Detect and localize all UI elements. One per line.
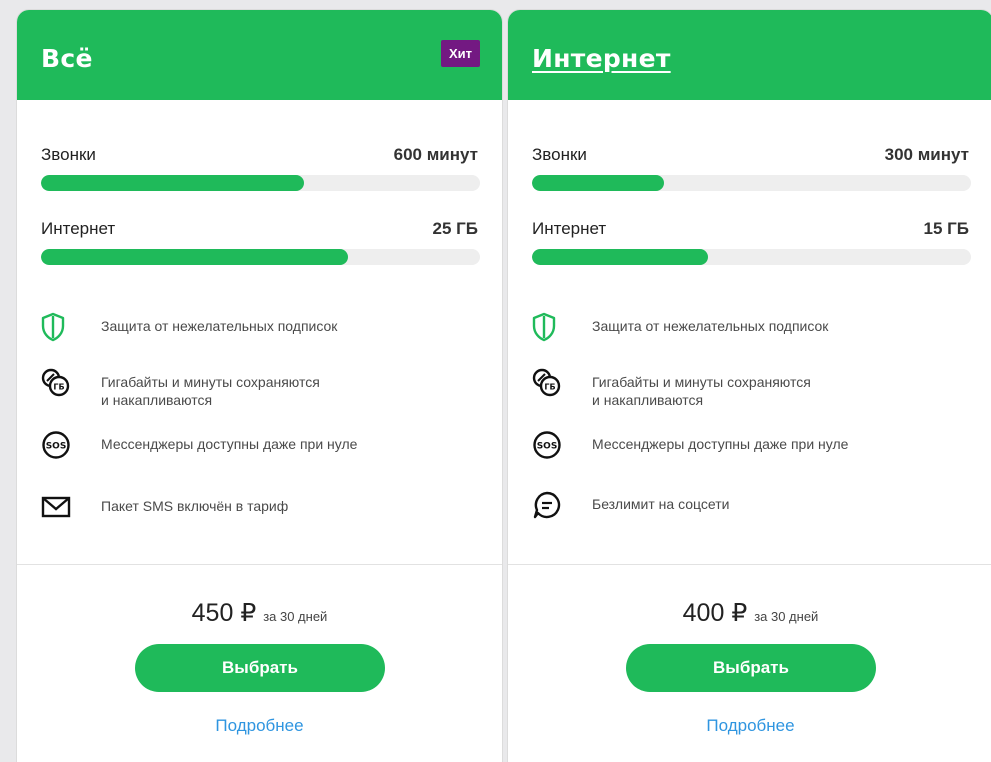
chat-bubble-icon xyxy=(532,490,568,520)
divider xyxy=(17,564,502,565)
internet-bar xyxy=(532,249,971,265)
calls-label: Звонки xyxy=(41,145,96,164)
price-period: за 30 дней xyxy=(754,609,819,624)
internet-value: 25 ГБ xyxy=(432,219,479,238)
feature-item: Безлимит на соцсети xyxy=(532,490,969,520)
feature-item: ГБ Гигабайты и минуты сохраняются и нака… xyxy=(41,368,478,409)
feature-text-line: Гигабайты и минуты сохраняются xyxy=(101,374,320,390)
calls-bar xyxy=(41,175,480,191)
calls-row: Звонки 300 минут xyxy=(532,145,969,165)
feature-text: Мессенджеры доступны даже при нуле xyxy=(101,436,358,452)
feature-text: Гигабайты и минуты сохраняются и накапли… xyxy=(592,373,811,409)
card-title[interactable]: Всё xyxy=(41,44,93,73)
internet-bar-fill xyxy=(41,249,349,265)
card-header: Всё Хит xyxy=(17,10,502,100)
sos-icon: SOS xyxy=(41,430,77,460)
internet-bar xyxy=(41,249,480,265)
svg-text:ГБ: ГБ xyxy=(53,383,64,392)
feature-text: Безлимит на соцсети xyxy=(592,496,730,512)
rollover-gb-icon: ГБ xyxy=(532,368,568,398)
feature-item: Пакет SMS включён в тариф xyxy=(41,492,478,522)
sos-icon: SOS xyxy=(532,430,568,460)
calls-value: 600 минут xyxy=(393,145,478,164)
feature-text: Пакет SMS включён в тариф xyxy=(101,498,289,514)
internet-bar-fill xyxy=(532,249,708,265)
feature-text: Защита от нежелательных подписок xyxy=(592,318,829,334)
feature-item: Защита от нежелательных подписок xyxy=(532,312,969,342)
card-header: Интернет xyxy=(508,10,991,100)
divider xyxy=(508,564,991,565)
feature-item: SOS Мессенджеры доступны даже при нуле xyxy=(41,430,478,460)
feature-text-line: Гигабайты и минуты сохраняются xyxy=(592,374,811,390)
envelope-icon xyxy=(41,492,77,522)
feature-text-line: и накапливаются xyxy=(101,392,213,408)
feature-item: SOS Мессенджеры доступны даже при нуле xyxy=(532,430,969,460)
svg-text:SOS: SOS xyxy=(537,442,558,452)
feature-text-line: и накапливаются xyxy=(592,392,704,408)
more-link[interactable]: Подробнее xyxy=(508,716,991,736)
feature-item: ГБ Гигабайты и минуты сохраняются и нака… xyxy=(532,368,969,409)
select-button[interactable]: Выбрать xyxy=(135,644,385,692)
calls-value: 300 минут xyxy=(884,145,969,164)
price: 400 ₽ за 30 дней xyxy=(508,598,991,628)
internet-label: Интернет xyxy=(41,219,116,238)
rollover-gb-icon: ГБ xyxy=(41,368,77,398)
calls-label: Звонки xyxy=(532,145,587,164)
svg-text:SOS: SOS xyxy=(46,442,67,452)
tariff-card-vse: Всё Хит Звонки 600 минут Интернет 25 ГБ … xyxy=(17,10,502,762)
card-title[interactable]: Интернет xyxy=(532,44,671,73)
select-button[interactable]: Выбрать xyxy=(626,644,876,692)
shield-icon xyxy=(532,312,568,342)
internet-value: 15 ГБ xyxy=(923,219,970,238)
feature-text: Мессенджеры доступны даже при нуле xyxy=(592,436,849,452)
calls-bar xyxy=(532,175,971,191)
calls-bar-fill xyxy=(41,175,305,191)
internet-row: Интернет 25 ГБ xyxy=(41,219,478,239)
price-period: за 30 дней xyxy=(263,609,328,624)
hit-badge: Хит xyxy=(440,40,480,67)
calls-row: Звонки 600 минут xyxy=(41,145,478,165)
price: 450 ₽ за 30 дней xyxy=(17,598,502,628)
more-link[interactable]: Подробнее xyxy=(17,716,502,736)
price-amount: 450 ₽ xyxy=(191,599,257,627)
calls-bar-fill xyxy=(532,175,664,191)
shield-icon xyxy=(41,312,77,342)
price-amount: 400 ₽ xyxy=(682,599,748,627)
internet-label: Интернет xyxy=(532,219,607,238)
feature-text: Гигабайты и минуты сохраняются и накапли… xyxy=(101,373,320,409)
internet-row: Интернет 15 ГБ xyxy=(532,219,969,239)
tariff-card-internet: Интернет Звонки 300 минут Интернет 15 ГБ… xyxy=(508,10,991,762)
feature-text: Защита от нежелательных подписок xyxy=(101,318,338,334)
feature-item: Защита от нежелательных подписок xyxy=(41,312,478,342)
svg-text:ГБ: ГБ xyxy=(544,383,555,392)
